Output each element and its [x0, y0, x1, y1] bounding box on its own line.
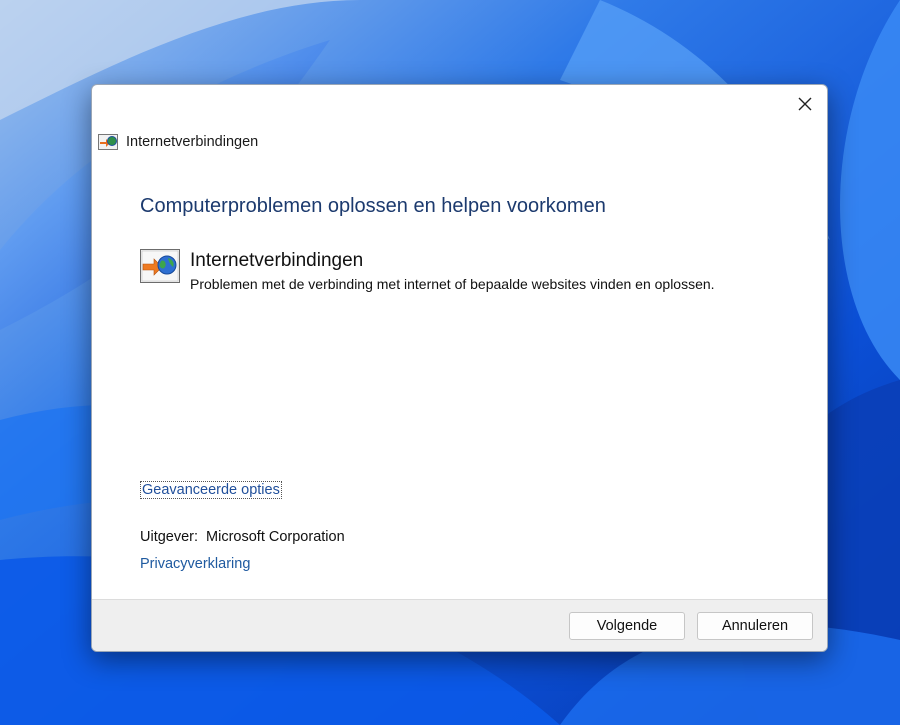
window-title: Internetverbindingen	[126, 134, 259, 150]
page-title: Computerproblemen oplossen en helpen voo…	[140, 195, 606, 217]
close-icon	[798, 97, 812, 111]
troubleshooter-item[interactable]: Internetverbindingen Problemen met de ve…	[140, 249, 715, 293]
dialog-footer: Volgende Annuleren	[92, 599, 827, 651]
troubleshooter-dialog: Internetverbindingen Computerproblemen o…	[91, 84, 828, 652]
internet-connections-icon	[98, 134, 118, 150]
internet-connections-icon	[140, 249, 180, 283]
publisher-label: Uitgever:	[140, 529, 199, 545]
titlebar: Internetverbindingen	[98, 131, 258, 153]
close-button[interactable]	[791, 91, 819, 117]
publisher-value: Microsoft Corporation	[206, 529, 345, 545]
item-title: Internetverbindingen	[190, 250, 364, 271]
cancel-button[interactable]: Annuleren	[697, 612, 813, 640]
next-button[interactable]: Volgende	[569, 612, 685, 640]
advanced-options-link[interactable]: Geavanceerde opties	[140, 481, 282, 499]
privacy-statement-link[interactable]: Privacyverklaring	[140, 556, 250, 572]
item-description: Problemen met de verbinding met internet…	[190, 276, 715, 292]
publisher-info: Uitgever: Microsoft Corporation	[140, 529, 345, 545]
